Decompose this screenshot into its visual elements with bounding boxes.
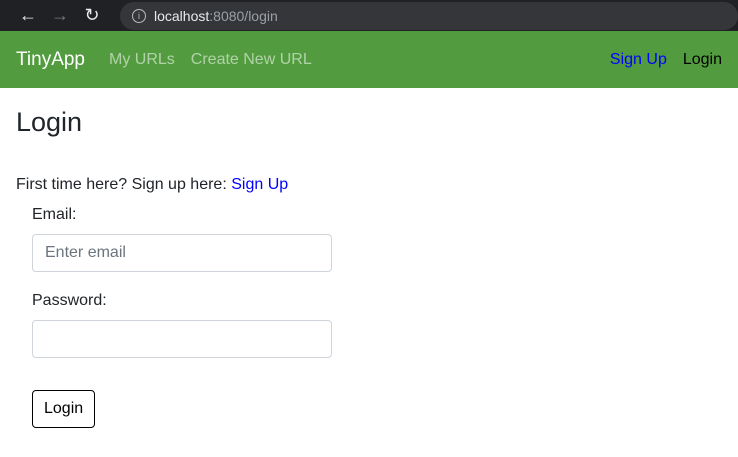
info-icon[interactable]: i — [132, 8, 146, 23]
address-bar[interactable]: i localhost:8080/login — [120, 1, 738, 30]
browser-toolbar: ← → ↻ i localhost:8080/login — [0, 0, 738, 31]
signup-link[interactable]: Sign Up — [231, 176, 288, 193]
password-input[interactable] — [32, 320, 332, 358]
brand-link[interactable]: TinyApp — [16, 49, 85, 71]
nav-my-urls[interactable]: My URLs — [109, 51, 175, 69]
nav-sign-up[interactable]: Sign Up — [610, 51, 667, 69]
navbar: TinyApp My URLs Create New URL Sign Up L… — [0, 31, 738, 88]
email-label: Email: — [32, 206, 77, 223]
url-path: :8080/login — [209, 7, 278, 24]
forward-icon[interactable]: → — [44, 5, 76, 26]
login-form: Email: Password: Login — [16, 206, 722, 428]
nav-login[interactable]: Login — [683, 51, 722, 69]
url-host: localhost — [154, 7, 210, 24]
reload-icon[interactable]: ↻ — [76, 5, 108, 26]
prompt-text: First time here? Sign up here: — [16, 176, 232, 193]
signup-prompt: First time here? Sign up here: Sign Up — [16, 176, 722, 194]
login-button[interactable]: Login — [32, 390, 96, 428]
back-icon[interactable]: ← — [12, 5, 44, 26]
password-label: Password: — [32, 292, 107, 309]
email-input[interactable] — [32, 234, 332, 272]
page-title: Login — [16, 107, 83, 137]
nav-create-url[interactable]: Create New URL — [191, 51, 312, 69]
